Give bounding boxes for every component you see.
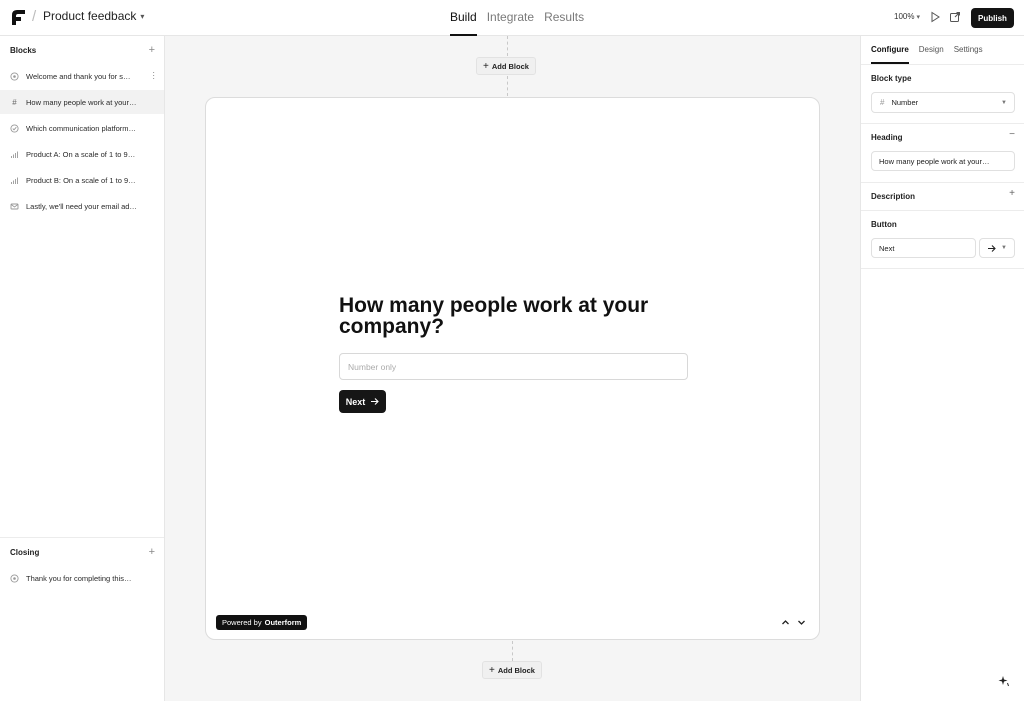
inspector-tabs: Configure Design Settings (871, 36, 993, 64)
button-label: Button (871, 220, 897, 229)
project-switcher[interactable]: Product feedback ▾ (43, 9, 144, 23)
arrow-right-icon (988, 244, 996, 252)
closing-title: Closing (10, 547, 40, 557)
breadcrumb-separator: / (32, 8, 37, 25)
next-question-button[interactable] (795, 616, 807, 628)
zoom-dropdown[interactable]: 100% ▾ (894, 12, 920, 21)
bar-chart-icon (10, 176, 19, 185)
sidebar-item-email[interactable]: Lastly, we'll need your email ad… (0, 194, 164, 218)
next-button-label: Next (345, 396, 366, 407)
sidebar-item-label: Welcome and thank you for s… (26, 71, 131, 81)
plus-icon: + (483, 60, 489, 72)
hash-icon: # (880, 98, 885, 107)
inspector-divider (861, 64, 1024, 65)
button-text-input[interactable]: Next (871, 238, 976, 258)
sidebar-item-communication[interactable]: Which communication platform… (0, 116, 164, 140)
blocks-title: Blocks (10, 45, 37, 55)
description-label: Description (871, 192, 916, 201)
inspector-divider (861, 268, 1024, 269)
top-bar: / Product feedback ▾ Build Integrate Res… (0, 0, 1024, 36)
plus-icon: + (489, 664, 495, 676)
ai-sparkle-icon[interactable] (998, 675, 1010, 687)
add-block-label: Add Block (491, 61, 529, 71)
inspector-panel: Configure Design Settings Block type # N… (860, 36, 1024, 701)
tab-results[interactable]: Results (544, 0, 584, 36)
chevron-down-icon: ▼ (1001, 245, 1007, 251)
outerform-logo-icon[interactable] (10, 9, 26, 26)
tab-build[interactable]: Build (450, 0, 477, 36)
sidebar-item-number-question[interactable]: # How many people work at your… (0, 90, 164, 114)
previous-question-button[interactable] (779, 616, 791, 628)
powered-by-prefix: Powered by (222, 618, 262, 627)
block-type-label: Block type (871, 74, 912, 83)
block-type-select[interactable]: # Number ▼ (871, 92, 1015, 113)
hash-icon: # (12, 97, 17, 107)
sidebar-item-thank-you[interactable]: Thank you for completing this… (0, 566, 164, 590)
sidebar-item-label: Which communication platform… (26, 123, 137, 133)
next-button[interactable]: Next (339, 390, 386, 413)
block-type-value: Number (891, 98, 919, 107)
chevron-down-icon: ▾ (140, 11, 145, 21)
collapse-minus-icon[interactable]: − (1009, 129, 1015, 140)
welcome-icon (10, 71, 19, 81)
sidebar-item-product-b[interactable]: Product B: On a scale of 1 to 9… (0, 168, 164, 192)
closing-header: Closing + (0, 538, 164, 566)
project-name: Product feedback (43, 9, 137, 23)
chevron-up-icon (781, 619, 789, 624)
add-closing-plus-icon[interactable]: + (149, 546, 155, 558)
inspector-divider (861, 123, 1024, 124)
tab-design[interactable]: Design (919, 36, 944, 64)
chevron-down-icon: ▼ (1001, 99, 1007, 106)
thank-you-icon (10, 573, 19, 583)
connector-line (507, 76, 508, 96)
open-external-icon[interactable] (949, 11, 961, 23)
add-block-label: Add Block (497, 665, 535, 675)
sidebar-item-product-a[interactable]: Product A: On a scale of 1 to 9… (0, 142, 164, 166)
powered-by-brand: Outerform (264, 618, 302, 627)
zoom-value: 100% (894, 12, 915, 21)
sidebar-item-label: Product B: On a scale of 1 to 9… (26, 175, 136, 185)
check-circle-icon (10, 123, 19, 133)
chevron-down-icon (797, 620, 805, 625)
arrow-right-icon (371, 398, 380, 405)
heading-label: Heading (871, 133, 903, 142)
publish-button[interactable]: Publish (971, 8, 1014, 28)
blocks-header: Blocks + (0, 36, 164, 64)
tab-configure[interactable]: Configure (871, 36, 909, 64)
blocks-sidebar: Blocks + Welcome and thank you for s… · ·… (0, 36, 165, 701)
heading-input[interactable]: How many people work at your… (871, 151, 1015, 171)
add-block-plus-icon[interactable]: + (149, 44, 155, 56)
tab-settings[interactable]: Settings (954, 36, 983, 64)
main-nav: Build Integrate Results (450, 0, 594, 36)
sidebar-item-label: How many people work at your… (26, 97, 137, 107)
form-preview-card: How many people work at your company? Ne… (205, 97, 820, 640)
mail-icon (10, 202, 19, 211)
bar-chart-icon (10, 150, 19, 159)
connector-line (507, 36, 508, 56)
chevron-down-icon: ▾ (916, 13, 920, 21)
sidebar-item-label: Lastly, we'll need your email ad… (26, 201, 137, 211)
preview-play-icon[interactable] (929, 11, 941, 23)
sidebar-item-label: Thank you for completing this… (26, 573, 132, 583)
add-block-bottom-button[interactable]: + Add Block (482, 661, 542, 679)
tab-integrate[interactable]: Integrate (487, 0, 534, 36)
expand-plus-icon[interactable]: + (1009, 188, 1015, 199)
inspector-divider (861, 210, 1024, 211)
question-heading[interactable]: How many people work at your company? (339, 295, 659, 337)
powered-by-badge[interactable]: Powered by Outerform (216, 615, 308, 630)
inspector-divider (861, 182, 1024, 183)
add-block-top-button[interactable]: + Add Block (476, 57, 536, 75)
button-icon-select[interactable]: ▼ (979, 238, 1015, 258)
more-options-icon[interactable]: · · · (152, 69, 155, 83)
editor-canvas: + Add Block How many people work at your… (165, 36, 860, 701)
sidebar-item-label: Product A: On a scale of 1 to 9… (26, 149, 136, 159)
number-answer-input[interactable] (339, 353, 688, 380)
sidebar-item-welcome[interactable]: Welcome and thank you for s… · · · (0, 64, 164, 88)
connector-line (512, 641, 513, 661)
